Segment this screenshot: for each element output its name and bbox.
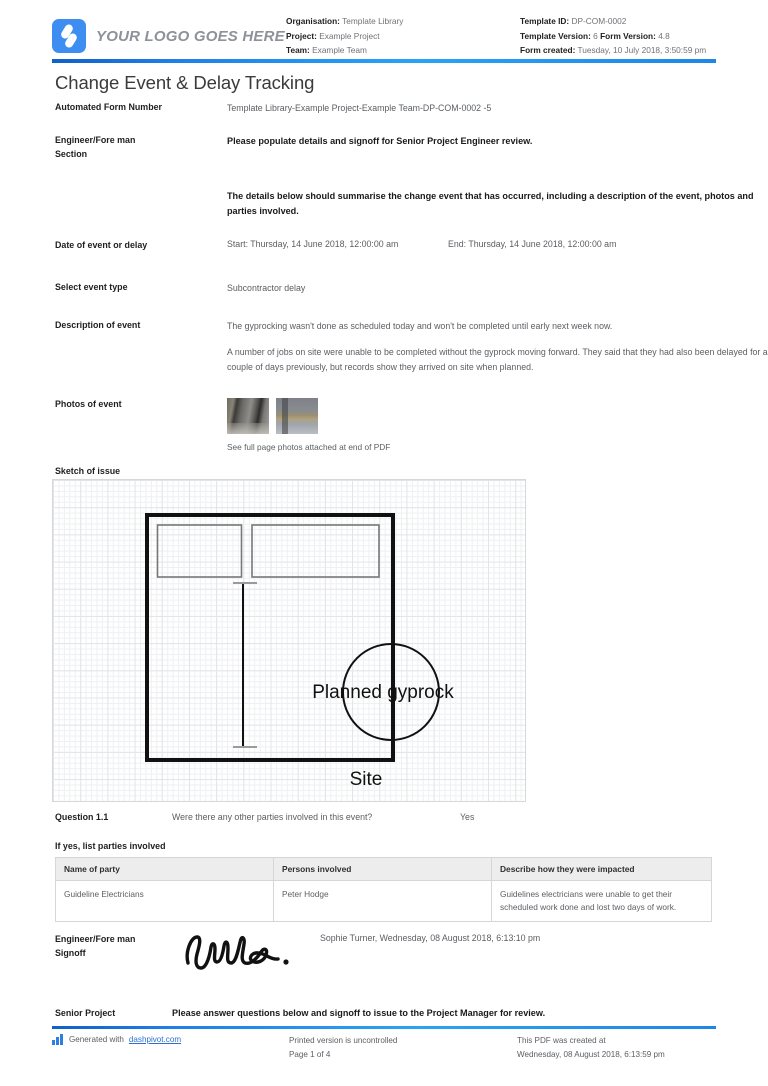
logo-placeholder-text: YOUR LOGO GOES HERE — [96, 27, 285, 45]
column-header-persons: Persons involved — [273, 857, 492, 881]
meta-project-label: Project: — [286, 30, 317, 41]
question-answer: Yes — [460, 812, 475, 822]
meta-team-value: Example Team — [309, 45, 367, 56]
photos-caption: See full page photos attached at end of … — [227, 442, 391, 452]
field-value: The gyprocking wasn't done as scheduled … — [227, 319, 768, 375]
meta-organisation-value: Template Library — [339, 16, 404, 26]
column-header-impact: Describe how they were impacted — [491, 857, 712, 881]
sketch-room-right — [251, 524, 380, 578]
field-label: Engineer/Fore man Section — [55, 135, 136, 159]
meta-template-version-label: Template Version: — [520, 30, 591, 41]
description-paragraph-1: The gyprocking wasn't done as scheduled … — [227, 321, 613, 331]
footer-right-block: This PDF was created at Wednesday, 08 Au… — [517, 1034, 665, 1062]
meta-team-label: Team: — [286, 45, 310, 56]
sketch-gyprock-label: Planned gyprock — [312, 682, 454, 703]
meta-project: Project: Example Project — [286, 29, 403, 44]
meta-form-created-value: Tuesday, 10 July 2018, 3:50:59 pm — [575, 45, 707, 56]
sketch-site-boundary — [145, 513, 395, 762]
sketch-drawing: Planned gyprock Site — [145, 513, 454, 790]
footer-generated-block: Generated with dashpivot.com — [52, 1034, 181, 1045]
meta-form-created: Form created: Tuesday, 10 July 2018, 3:5… — [520, 43, 706, 58]
document-page: YOUR LOGO GOES HERE Organisation: Templa… — [0, 0, 768, 1086]
signature-image — [185, 935, 289, 970]
meta-versions: Template Version: 6 Form Version: 4.8 — [520, 29, 706, 44]
footer-page-number: Page 1 of 4 — [289, 1050, 331, 1059]
meta-team: Team: Example Team — [286, 43, 403, 58]
date-end-value: End: Thursday, 14 June 2018, 12:00:00 am — [448, 239, 617, 249]
senior-project-label: Senior Project — [55, 1008, 116, 1018]
field-value: Subcontractor delay — [227, 283, 306, 293]
header-meta-left: Organisation: Template Library Project: … — [286, 14, 403, 58]
parties-table: Name of party Persons involved Describe … — [55, 857, 712, 922]
bar-chart-icon — [52, 1034, 64, 1045]
sketch-canvas[interactable]: Planned gyprock Site — [52, 479, 526, 802]
footer-created-date: Wednesday, 08 August 2018, 6:13:59 pm — [517, 1050, 665, 1059]
footer-divider — [52, 1026, 716, 1029]
sketch-room-left — [156, 524, 243, 578]
field-label: Photos of event — [55, 399, 122, 409]
meta-template-id-value: DP-COM-0002 — [569, 16, 627, 26]
meta-template-id-label: Template ID: — [520, 16, 570, 26]
page-title: Change Event & Delay Tracking — [55, 72, 315, 93]
header-meta-right: Template ID: DP-COM-0002 Template Versio… — [520, 14, 706, 58]
meta-form-created-label: Form created: — [520, 45, 576, 56]
meta-template-version-value: 6 — [590, 30, 601, 41]
logo-mark-icon — [52, 19, 86, 53]
footer-generated-prefix: Generated with — [69, 1035, 124, 1044]
question-number: Question 1.1 — [55, 812, 109, 822]
question-text: Were there any other parties involved in… — [172, 812, 373, 822]
photo-thumbnail-list — [227, 398, 318, 434]
field-label: Date of event or delay — [55, 240, 148, 250]
table-row: Guideline Electricians Peter Hodge Guide… — [55, 880, 712, 922]
field-label: Description of event — [55, 320, 141, 330]
signoff-label: Engineer/Fore man Signoff — [55, 934, 136, 958]
photo-thumbnail[interactable] — [227, 398, 269, 434]
company-logo: YOUR LOGO GOES HERE — [52, 19, 285, 53]
photo-thumbnail[interactable] — [276, 398, 318, 434]
description-paragraph-2: A number of jobs on site were unable to … — [227, 347, 768, 372]
dashpivot-link[interactable]: dashpivot.com — [129, 1035, 181, 1044]
sketch-heading: Sketch of issue — [55, 466, 121, 476]
footer-uncontrolled-note: Printed version is uncontrolled — [289, 1036, 398, 1045]
meta-template-id: Template ID: DP-COM-0002 — [520, 14, 706, 29]
meta-form-version-value: 4.8 — [655, 30, 670, 41]
footer-center-block: Printed version is uncontrolled Page 1 o… — [289, 1034, 397, 1062]
parties-heading: If yes, list parties involved — [55, 841, 166, 851]
field-value: The details below should summarise the c… — [227, 191, 754, 216]
document-header: YOUR LOGO GOES HERE Organisation: Templa… — [52, 14, 716, 60]
cell-impact-description: Guidelines electricians were unable to g… — [491, 880, 712, 922]
cell-persons-involved: Peter Hodge — [273, 880, 492, 922]
table-header-row: Name of party Persons involved Describe … — [55, 857, 712, 881]
field-value: Template Library-Example Project-Example… — [227, 103, 492, 113]
column-header-name: Name of party — [55, 857, 274, 881]
field-label: Automated Form Number — [55, 102, 162, 112]
date-start-value: Start: Thursday, 14 June 2018, 12:00:00 … — [227, 239, 399, 249]
meta-form-version-label: Form Version: — [600, 30, 656, 41]
field-value: Please populate details and signoff for … — [227, 136, 533, 146]
sketch-site-label: Site — [350, 769, 383, 790]
footer-created-label: This PDF was created at — [517, 1036, 606, 1045]
cell-name-of-party: Guideline Electricians — [55, 880, 274, 922]
meta-organisation-label: Organisation: — [286, 16, 340, 26]
meta-organisation: Organisation: Template Library — [286, 14, 403, 29]
meta-project-value: Example Project — [316, 30, 380, 41]
field-label: Select event type — [55, 282, 128, 292]
header-divider — [52, 59, 716, 63]
signoff-name-date: Sophie Turner, Wednesday, 08 August 2018… — [320, 933, 541, 943]
senior-project-text: Please answer questions below and signof… — [172, 1008, 546, 1018]
